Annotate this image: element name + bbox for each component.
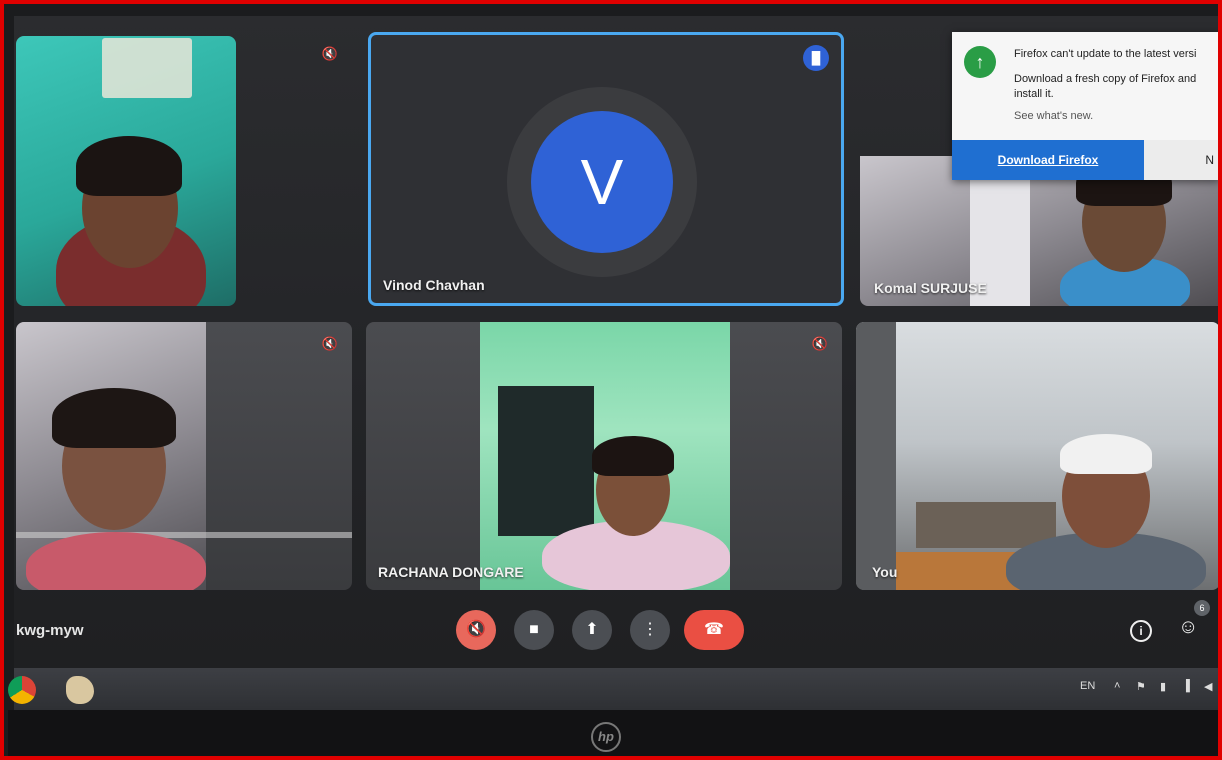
people-count-badge: 6 <box>1194 600 1210 616</box>
camera-toggle-button[interactable]: ■ <box>514 610 554 650</box>
participant-tile-1[interactable] <box>16 36 236 306</box>
more-options-button[interactable]: ⋮ <box>630 610 670 650</box>
tray-chevron-icon[interactable]: ˄ <box>1114 680 1120 692</box>
participant-tile-5[interactable]: 🔇 RACHANA DONGARE <box>366 322 842 590</box>
screenshot-frame: 🔇 V ▐▌ Vinod Chavhan Komal SURJUSE 🔇 🔇 R… <box>0 0 1222 760</box>
leave-call-button[interactable]: ☎ <box>684 610 744 650</box>
battery-icon[interactable]: ▮ <box>1160 680 1166 693</box>
camera-icon: ■ <box>529 621 539 638</box>
participant-tile-speaker[interactable]: V ▐▌ Vinod Chavhan <box>368 32 844 306</box>
tile-edge <box>856 322 896 590</box>
mic-toggle-button[interactable]: 🔇 <box>456 610 496 650</box>
person-hair <box>52 388 176 448</box>
present-screen-button[interactable]: ⬆ <box>572 610 612 650</box>
notification-body: Download a fresh copy of Firefox and ins… <box>1014 73 1197 100</box>
more-vertical-icon: ⋮ <box>642 621 658 638</box>
participant-name: Komal SURJUSE <box>874 280 987 296</box>
hp-logo: hp <box>591 722 621 752</box>
people-icon[interactable]: ☺ <box>1178 616 1198 639</box>
notification-title: Firefox can't update to the latest versi <box>1014 48 1197 60</box>
background-doorway <box>498 386 594 536</box>
flag-icon[interactable]: ⚑ <box>1136 680 1146 693</box>
see-whats-new-link[interactable]: See what's new. <box>1014 110 1093 122</box>
speaking-indicator-icon: ▐▌ <box>803 45 829 71</box>
paint-icon[interactable] <box>66 676 94 704</box>
participant-tile-4[interactable]: 🔇 <box>16 322 352 590</box>
person-cap <box>1060 434 1152 474</box>
chrome-icon[interactable] <box>8 676 36 704</box>
participant-tile-self[interactable]: You <box>856 322 1218 590</box>
mic-off-icon: 🔇 <box>466 621 486 638</box>
person-hair <box>76 136 182 196</box>
meeting-code: kwg-myw <box>16 622 84 639</box>
avatar: V <box>531 111 673 253</box>
volume-icon[interactable]: ◀ <box>1204 680 1212 693</box>
language-indicator[interactable]: EN <box>1080 680 1095 692</box>
participant-name: You <box>872 564 898 580</box>
download-firefox-button[interactable]: Download Firefox <box>952 140 1144 180</box>
present-icon: ⬆ <box>585 621 599 638</box>
participant-name: Vinod Chavhan <box>383 277 485 293</box>
meeting-info-icon[interactable]: i <box>1130 620 1152 642</box>
participant-name: RACHANA DONGARE <box>378 564 524 580</box>
muted-mic-icon: 🔇 <box>321 46 339 61</box>
firefox-update-notification: ↑ Firefox can't update to the latest ver… <box>952 32 1218 180</box>
hang-up-icon: ☎ <box>704 621 724 638</box>
meet-window: 🔇 V ▐▌ Vinod Chavhan Komal SURJUSE 🔇 🔇 R… <box>14 16 1218 668</box>
person-hair <box>592 436 674 476</box>
update-arrow-icon: ↑ <box>964 46 996 78</box>
background-poster <box>102 38 192 98</box>
muted-mic-icon: 🔇 <box>321 336 339 351</box>
taskbar: EN ˄ ⚑ ▮ ▐ ◀ <box>8 668 1218 710</box>
signal-icon[interactable]: ▐ <box>1182 680 1190 692</box>
muted-mic-icon: 🔇 <box>811 336 829 351</box>
not-now-button[interactable]: N <box>1144 140 1218 180</box>
